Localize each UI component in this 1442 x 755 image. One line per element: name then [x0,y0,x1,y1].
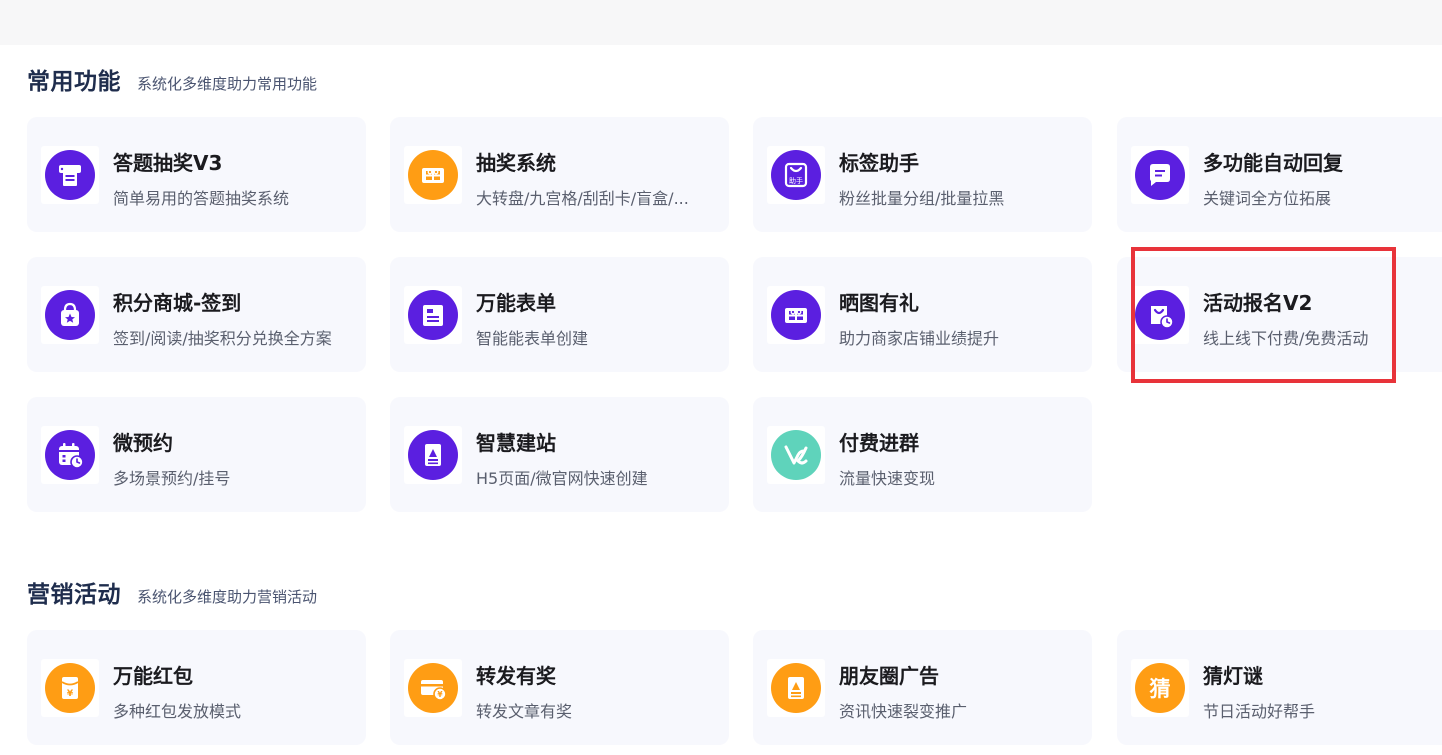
feature-card-moments-ad[interactable]: 朋友圈广告 资讯快速裂变推广 [753,630,1092,745]
feature-card-share-reward[interactable]: ¥ 转发有奖 转发文章有奖 [390,630,729,745]
section-header-common: 常用功能 系统化多维度助力常用功能 [27,62,318,95]
feature-card-auto-reply[interactable]: 多功能自动回复 关键词全方位拓展 [1117,117,1442,232]
card-desc: 大转盘/九宫格/刮刮卡/盲盒/... [476,189,689,208]
card-desc: 多种红包发放模式 [113,702,242,721]
feature-card-quiz-lottery[interactable]: 答题抽奖V3 简单易用的答题抽奖系统 [27,117,366,232]
svg-text:¥: ¥ [437,690,443,699]
card-title: 活动报名V2 [1203,291,1313,315]
card-title: 付费进群 [839,431,919,455]
feature-card-smart-site[interactable]: 智慧建站 H5页面/微官网快速创建 [390,397,729,512]
card-desc: 关键词全方位拓展 [1203,189,1332,208]
gift-ticket-icon [771,290,821,340]
page-builder-icon [408,430,458,480]
card-title: 多功能自动回复 [1203,151,1343,175]
card-title: 微预约 [113,431,173,455]
bag-clock-icon [1135,290,1185,340]
card-title: 万能表单 [476,291,556,315]
card-desc: 智能能表单创建 [476,329,589,348]
section-subtitle: 系统化多维度助力营销活动 [137,588,318,606]
card-title: 抽奖系统 [476,151,556,175]
section-subtitle: 系统化多维度助力常用功能 [137,75,318,93]
card-yuan-icon: ¥ [408,663,458,713]
card-desc: 助力商家店铺业绩提升 [839,329,1000,348]
guess-character-icon: 猜 [1135,663,1185,713]
section-title: 常用功能 [27,69,121,95]
feature-card-red-packet[interactable]: ¥ 万能红包 多种红包发放模式 [27,630,366,745]
svg-text:¥: ¥ [67,689,74,699]
card-title: 答题抽奖V3 [113,151,223,175]
feature-card-event-signup[interactable]: 活动报名V2 线上线下付费/免费活动 [1117,257,1442,372]
feature-card-lottery-system[interactable]: 抽奖系统 大转盘/九宫格/刮刮卡/盲盒/... [390,117,729,232]
card-desc: 粉丝批量分组/批量拉黑 [839,189,1005,208]
card-desc: 签到/阅读/抽奖积分兑换全方案 [113,329,332,348]
card-title: 晒图有礼 [839,291,919,315]
top-bar [0,0,1442,45]
icon-label: 猜 [1149,677,1171,701]
gift-ticket-icon [408,150,458,200]
group-link-icon [771,430,821,480]
page-builder-icon [771,663,821,713]
feature-card-points-mall[interactable]: 积分商城-签到 签到/阅读/抽奖积分兑换全方案 [27,257,366,372]
feature-card-lantern-riddle[interactable]: 猜 猜灯谜 节日活动好帮手 [1117,630,1442,745]
card-title: 转发有奖 [476,664,556,688]
bag-helper-icon: 助手 [771,150,821,200]
card-desc: H5页面/微官网快速创建 [476,469,648,488]
form-document-icon [408,290,458,340]
feature-card-paid-group[interactable]: 付费进群 流量快速变现 [753,397,1092,512]
card-desc: 线上线下付费/免费活动 [1203,329,1369,348]
card-desc: 节日活动好帮手 [1203,702,1316,721]
feature-card-micro-booking[interactable]: 微预约 多场景预约/挂号 [27,397,366,512]
card-title: 猜灯谜 [1203,664,1263,688]
shopping-bag-star-icon [45,290,95,340]
feature-card-photo-gift[interactable]: 晒图有礼 助力商家店铺业绩提升 [753,257,1092,372]
card-title: 积分商城-签到 [113,291,242,315]
card-title: 万能红包 [113,664,193,688]
section-title: 营销活动 [27,582,121,608]
chat-bubble-icon [1135,150,1185,200]
card-desc: 简单易用的答题抽奖系统 [113,189,290,208]
icon-label: 助手 [789,176,803,185]
card-desc: 转发文章有奖 [476,702,573,721]
calendar-clock-icon [45,430,95,480]
feature-card-tag-helper[interactable]: 助手 标签助手 粉丝批量分组/批量拉黑 [753,117,1092,232]
section-header-marketing: 营销活动 系统化多维度助力营销活动 [27,575,318,608]
printer-form-icon [45,150,95,200]
card-title: 朋友圈广告 [839,664,939,688]
card-title: 智慧建站 [476,431,556,455]
feature-card-universal-form[interactable]: 万能表单 智能能表单创建 [390,257,729,372]
card-desc: 流量快速变现 [839,469,936,488]
red-packet-icon: ¥ [45,663,95,713]
card-desc: 多场景预约/挂号 [113,469,231,488]
card-title: 标签助手 [839,151,919,175]
card-desc: 资讯快速裂变推广 [839,702,968,721]
